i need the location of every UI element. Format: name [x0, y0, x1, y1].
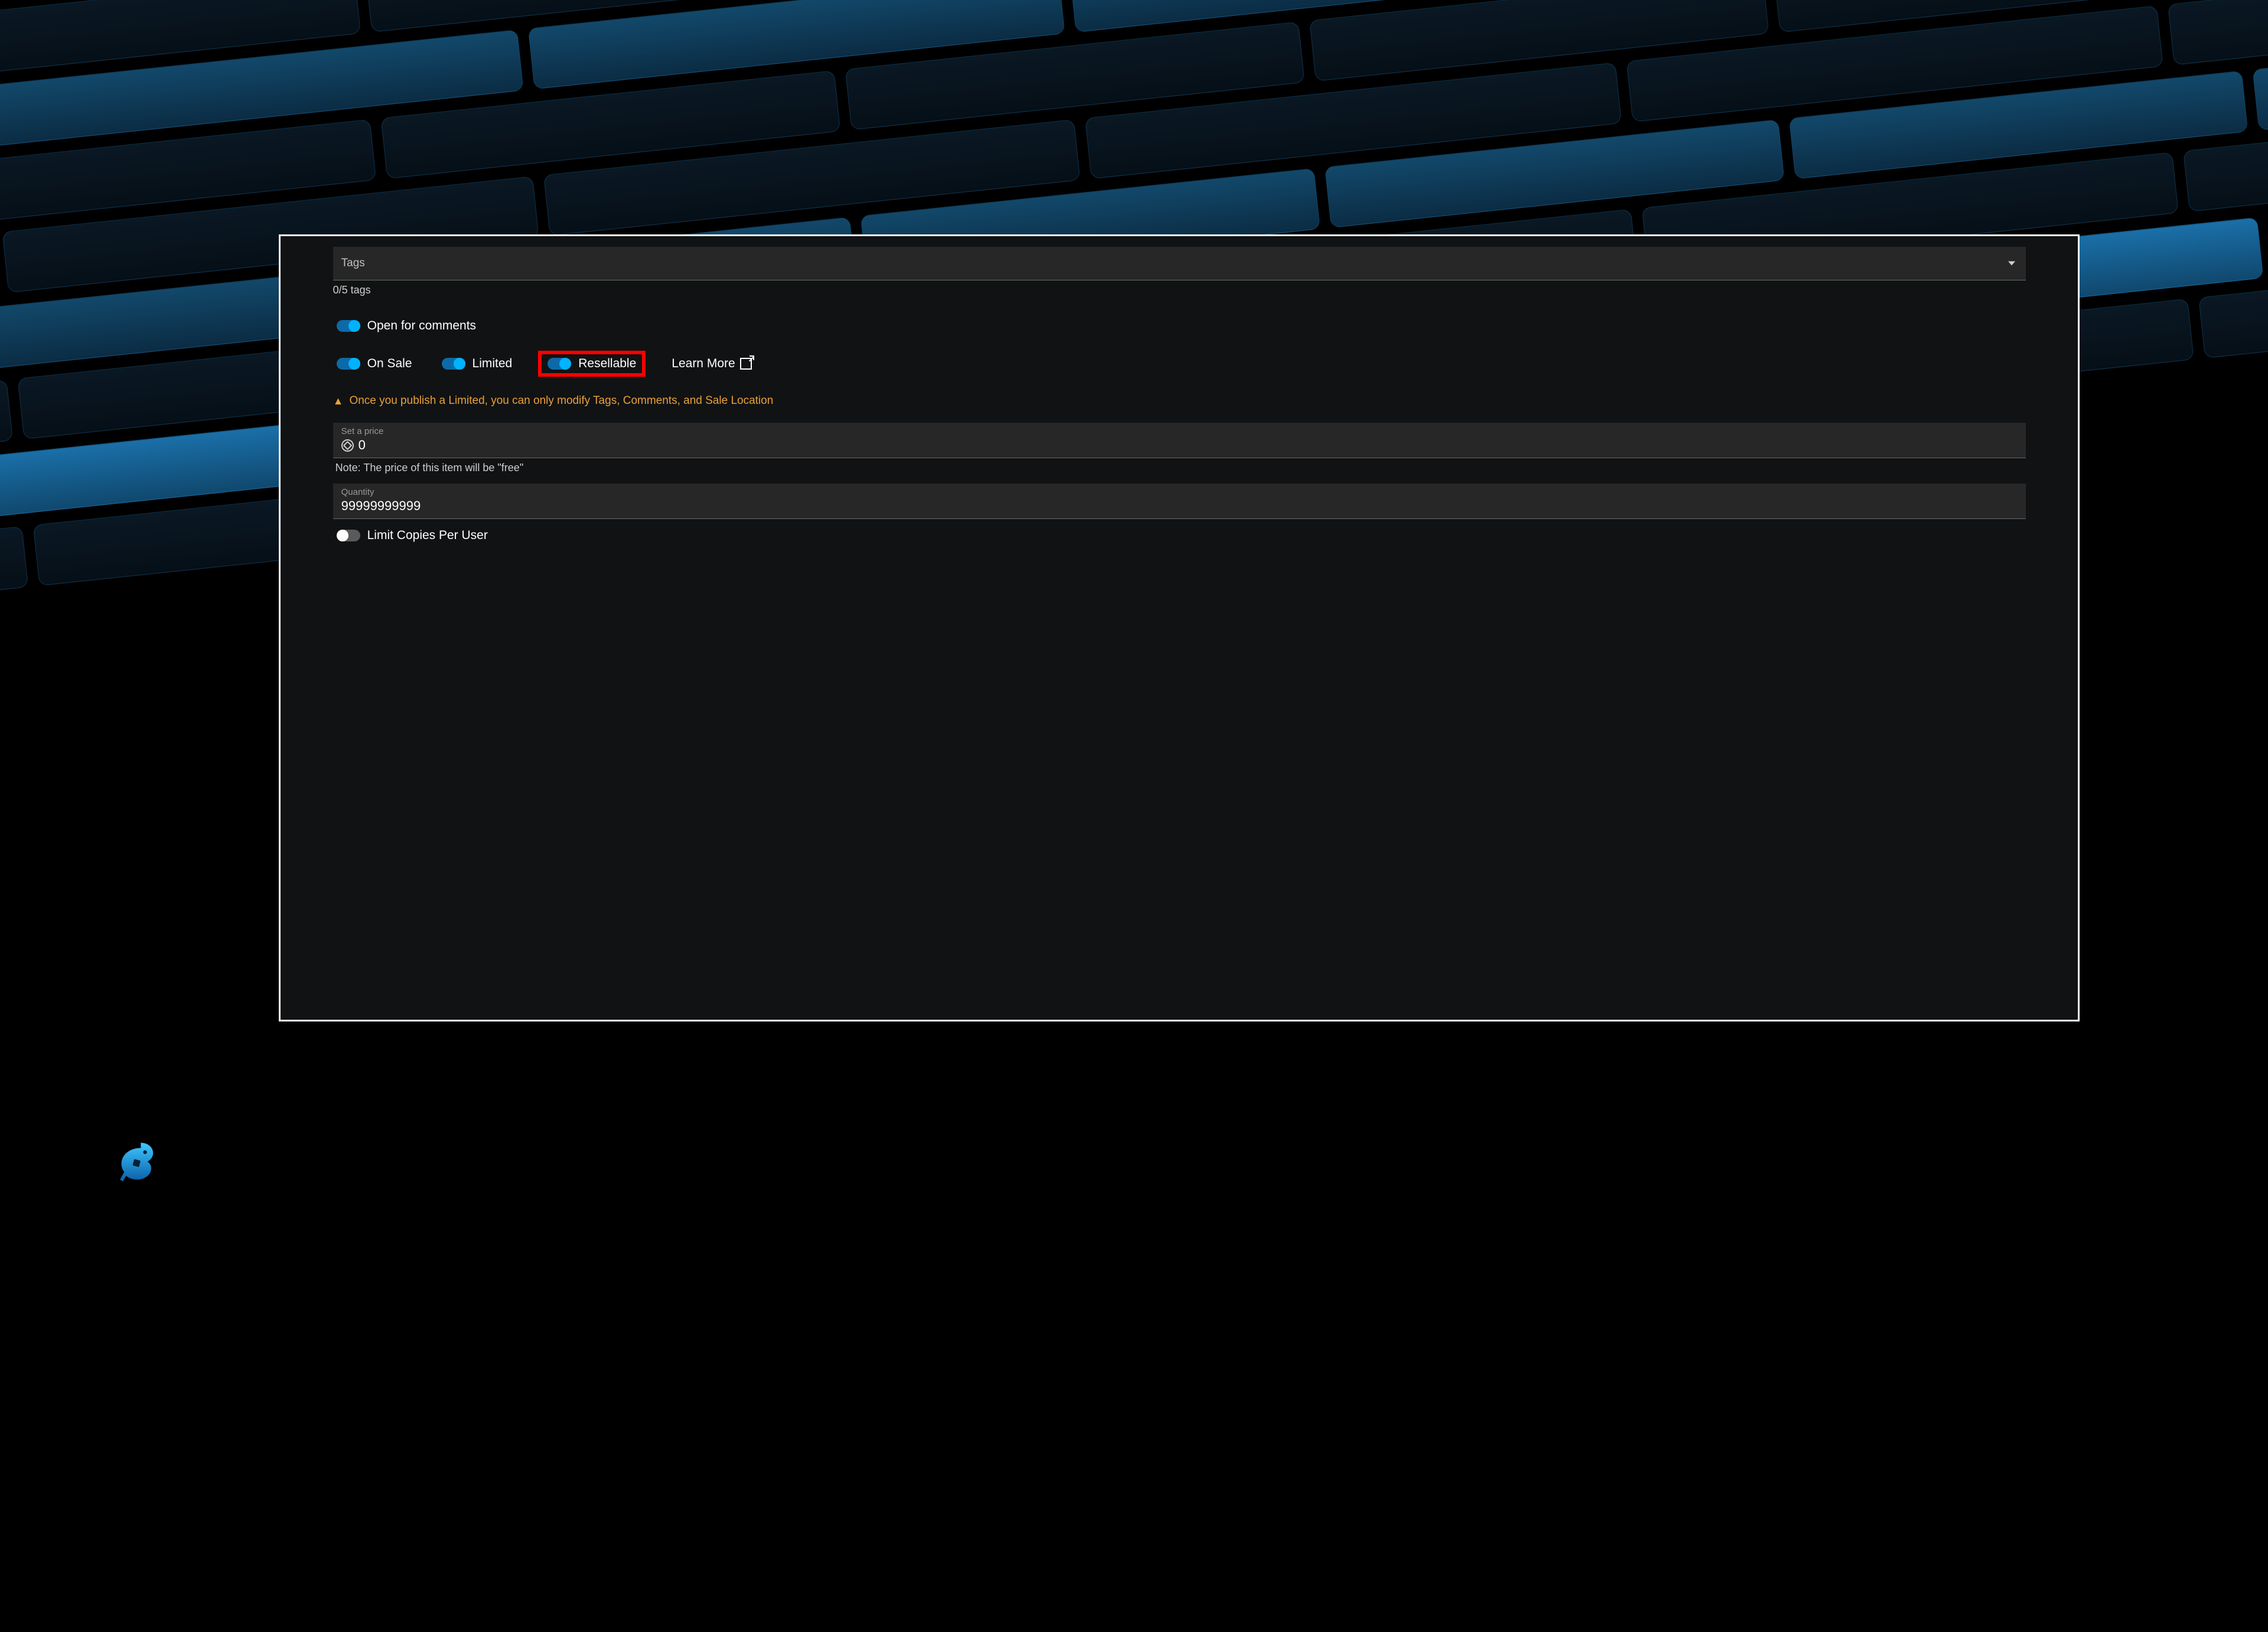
toggle-label: Resellable [578, 357, 636, 371]
price-field[interactable]: Set a price 0 [333, 423, 2026, 458]
toggle-limit-copies[interactable]: Limit Copies Per User [333, 526, 491, 545]
toggle-open-for-comments[interactable]: Open for comments [333, 316, 480, 335]
brand-logo-icon [113, 1139, 161, 1186]
toggle-limited[interactable]: Limited [438, 354, 516, 373]
toggle-switch-icon [337, 320, 360, 332]
warning-icon: ▲ [333, 395, 344, 407]
toggle-on-sale[interactable]: On Sale [333, 354, 416, 373]
quantity-value: 99999999999 [341, 498, 421, 514]
tags-dropdown[interactable]: Tags [333, 247, 2026, 280]
external-link-icon [740, 358, 752, 370]
toggle-switch-icon [442, 358, 465, 370]
price-label: Set a price [341, 426, 2018, 436]
learn-more-label: Learn More [672, 357, 735, 371]
chevron-down-icon [2008, 262, 2015, 266]
learn-more-link[interactable]: Learn More [672, 357, 751, 371]
toggle-switch-icon [548, 358, 571, 370]
limited-warning: ▲ Once you publish a Limited, you can on… [333, 394, 2026, 407]
toggle-resellable[interactable]: Resellable [538, 351, 646, 377]
toggle-label: Open for comments [367, 319, 476, 333]
toggle-label: On Sale [367, 357, 412, 371]
toggle-switch-icon [337, 530, 360, 541]
robux-icon [341, 439, 354, 452]
toggle-label: Limited [472, 357, 513, 371]
quantity-field[interactable]: Quantity 99999999999 [333, 484, 2026, 519]
price-note: Note: The price of this item will be "fr… [335, 462, 2023, 474]
quantity-label: Quantity [341, 487, 2018, 497]
price-value: 0 [359, 438, 366, 453]
warning-text: Once you publish a Limited, you can only… [349, 394, 773, 407]
toggle-label: Limit Copies Per User [367, 528, 488, 543]
tags-count: 0/5 tags [333, 284, 2026, 296]
tags-placeholder: Tags [341, 257, 365, 270]
toggle-switch-icon [337, 358, 360, 370]
settings-panel: Tags 0/5 tags Open for comments On Sale … [279, 234, 2080, 1021]
